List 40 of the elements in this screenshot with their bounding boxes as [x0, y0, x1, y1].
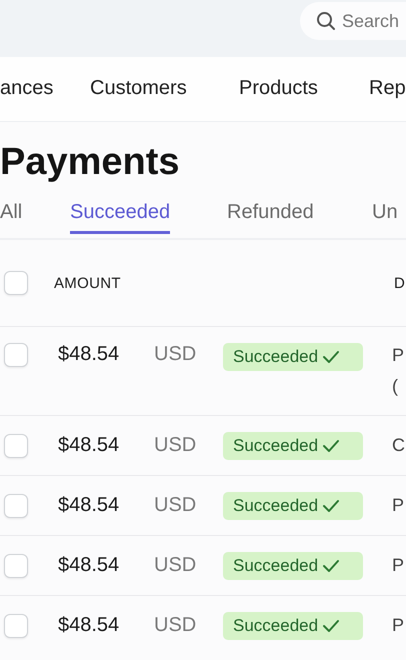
column-header: AMOUNT [54, 274, 121, 292]
nav-link[interactable]: Customers [90, 77, 187, 100]
search-field[interactable]: Search [300, 2, 406, 40]
search-icon [316, 11, 336, 31]
page-title: Payments [0, 140, 181, 184]
status-badge: Succeeded [223, 612, 363, 640]
row-checkbox[interactable] [4, 343, 28, 367]
status-badge: Succeeded [223, 432, 363, 460]
description-cell: P [392, 345, 404, 366]
filter-tab[interactable]: All [0, 200, 22, 234]
row-checkbox[interactable] [4, 554, 28, 578]
amount-cell-text: $48.54 [58, 614, 120, 637]
filter-tab[interactable]: Un [372, 200, 398, 234]
column-header: D [394, 274, 405, 292]
row-checkbox[interactable] [4, 614, 28, 638]
currency-cell-text: USD [154, 494, 198, 517]
amount-cell-text: $48.54 [58, 494, 120, 517]
description-cell: P [392, 555, 404, 576]
nav-link[interactable]: ances [0, 77, 54, 100]
description-cell: P [392, 615, 404, 636]
nav-link[interactable]: Products [239, 77, 318, 100]
currency-cell-text: USD [154, 343, 198, 366]
filter-tab[interactable]: Succeeded [70, 200, 170, 234]
row-checkbox[interactable] [4, 434, 28, 458]
status-badge: Succeeded [223, 552, 363, 580]
select-all-checkbox[interactable] [4, 271, 28, 295]
status-badge: Succeeded [223, 343, 363, 371]
currency-cell-text: USD [154, 554, 198, 577]
amount-cell-text: $48.54 [58, 434, 120, 457]
currency-cell-text: USD [154, 434, 198, 457]
status-badge: Succeeded [223, 492, 363, 520]
nav-link[interactable]: Rep [369, 77, 406, 100]
description-cell: P [392, 495, 404, 516]
description-cell: C [392, 435, 405, 456]
row-checkbox[interactable] [4, 494, 28, 518]
currency-cell-text: USD [154, 614, 198, 637]
amount-cell-text: $48.54 [58, 343, 120, 366]
filter-tab[interactable]: Refunded [227, 200, 314, 234]
description-cell-text: ( [392, 376, 399, 397]
amount-cell-text: $48.54 [58, 554, 120, 577]
